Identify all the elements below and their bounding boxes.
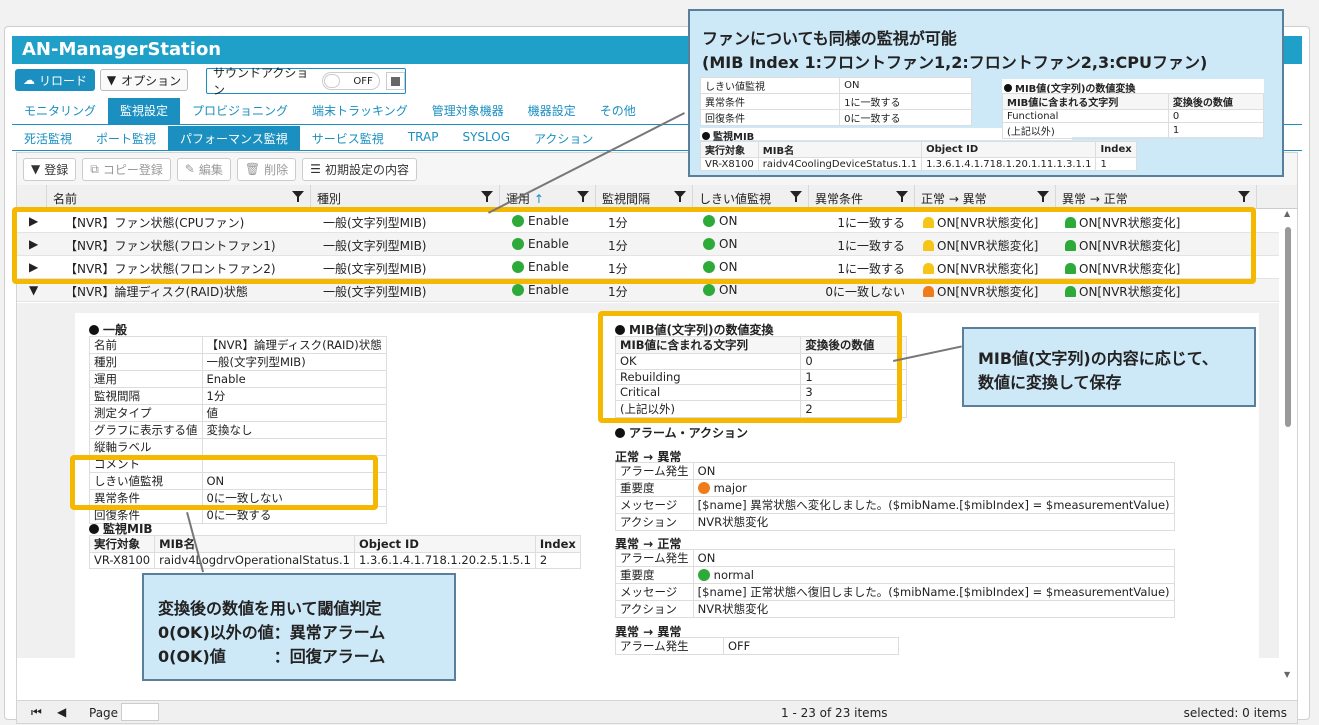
main-tabs: モニタリング 監視設定 プロビジョニング 端末トラッキング 管理対象機器 機器設… — [12, 98, 648, 124]
sound-action-group: サウンドアクション OFF — [206, 66, 406, 97]
callout-threshold-line2: 0(OK)以外の値：異常アラーム — [158, 623, 386, 642]
tab-monitor-settings[interactable]: 監視設定 — [108, 98, 181, 124]
reload-button[interactable]: ☁ リロード — [15, 69, 95, 91]
initial-settings-button[interactable]: ☰ 初期設定の内容 — [302, 157, 417, 181]
filter-icon[interactable] — [481, 191, 493, 202]
severity-dot-icon — [697, 482, 710, 494]
option-button[interactable]: ▼ オプション — [100, 69, 188, 91]
n2a-table: アラーム発生 ON 重要度 major メッセージ [$name] 異常状態へ変化しま… — [615, 462, 1175, 531]
callout-conversion-line1: MIB値(文字列)の内容に応じて、 — [978, 349, 1218, 368]
scroll-thumb[interactable] — [1285, 227, 1291, 427]
selected-count: selected: 0 items — [1183, 706, 1287, 720]
stop-icon — [390, 76, 400, 86]
sound-toggle[interactable]: OFF — [321, 72, 380, 90]
col-name[interactable]: 名前 — [47, 185, 311, 209]
pager-bar: ⏮ ◀ Page 1 - 23 of 23 items selected: 0 … — [16, 700, 1298, 724]
scroll-up-icon[interactable]: ▲ — [1284, 209, 1290, 218]
tab-action[interactable]: アクション — [522, 126, 605, 150]
tab-alive-monitor[interactable]: 死活監視 — [12, 126, 84, 150]
conversion-highlight — [598, 311, 902, 423]
callout-fan-mib-table: 実行対象 MIB名 Object ID Index VR-X8100 raidv4Coo… — [700, 141, 1137, 171]
bullet-icon — [1004, 84, 1012, 92]
col-to-abnormal[interactable]: 正常 → 異常 — [915, 185, 1056, 209]
col-interval[interactable]: 監視間隔 — [596, 185, 693, 209]
filter-icon[interactable] — [674, 191, 686, 202]
filter-icon[interactable] — [577, 191, 589, 202]
list-icon: ☰ — [310, 162, 321, 176]
tab-port-monitor[interactable]: ポート監視 — [84, 126, 168, 150]
toggle-knob — [323, 74, 340, 88]
stop-sound-button[interactable] — [385, 72, 405, 90]
tab-trap[interactable]: TRAP — [396, 126, 451, 150]
tab-monitoring[interactable]: モニタリング — [12, 98, 108, 124]
bullet-icon — [89, 325, 99, 335]
caret-down-icon: ▼ — [106, 73, 117, 87]
filter-icon[interactable] — [1037, 191, 1049, 202]
bullet-icon — [615, 428, 625, 438]
callout-conversion-line2: 数値に変換して保存 — [978, 373, 1122, 392]
severity-dot-icon — [697, 569, 710, 581]
cloud-refresh-icon: ☁ — [22, 73, 35, 87]
callout-threshold: 変換後の数値を用いて閾値判定 0(OK)以外の値：異常アラーム 0(OK)値 ：… — [142, 573, 456, 681]
edit-button[interactable]: ✎ 編集 — [176, 157, 231, 181]
page-label: Page — [89, 706, 119, 720]
tab-service-monitor[interactable]: サービス監視 — [300, 126, 396, 150]
bullet-icon — [89, 524, 99, 534]
callout-fan: ファンについても同様の監視が可能 (MIB Index 1:フロントファン1,2… — [688, 9, 1284, 177]
mib-table: 実行対象 MIB名 Object ID Index VR-X8100 raidv4Log… — [88, 535, 581, 569]
pencil-icon: ✎ — [184, 162, 195, 176]
register-button[interactable]: ▼ 登録 — [23, 157, 77, 181]
alarm-section-title: アラーム・アクション — [615, 424, 748, 441]
expand-col-header — [17, 185, 47, 209]
grid-scrollbar[interactable]: ▲ ▼ — [1281, 209, 1295, 679]
copy-icon: ⧉ — [90, 161, 99, 176]
callout-fan-kv: しきい値監視 ON 異常条件 1に一致する 回復条件 0に一致する — [699, 77, 972, 126]
trash-icon: 🗑 — [244, 162, 261, 176]
page-input[interactable] — [121, 703, 159, 721]
col-to-normal[interactable]: 異常 → 正常 — [1056, 185, 1257, 209]
callout-threshold-line3: 0(OK)値 ：回復アラーム — [158, 647, 386, 666]
fan-rows-highlight — [12, 207, 1256, 284]
filter-icon[interactable] — [896, 191, 908, 202]
bullet-icon — [702, 132, 710, 140]
callout-fan-title1: ファンについても同様の監視が可能 — [702, 29, 957, 48]
callout-fan-conv-box: MIB値(文字列)の数値変換 MIB値に含まれる文字列 変換後の数値 Functi… — [1002, 79, 1265, 139]
filter-icon[interactable] — [1238, 191, 1250, 202]
threshold-highlight — [70, 455, 378, 510]
scroll-down-icon[interactable]: ▼ — [1284, 670, 1290, 679]
a2n-table: アラーム発生 ON 重要度 normal メッセージ [$name] 正常状態へ復旧し… — [615, 549, 1175, 618]
col-status[interactable]: 運用 ↑ — [500, 185, 596, 209]
tab-device-settings[interactable]: 機器設定 — [516, 98, 588, 124]
tab-provisioning[interactable]: プロビジョニング — [180, 98, 300, 124]
copy-register-button[interactable]: ⧉ コピー登録 — [82, 157, 171, 181]
callout-conversion: MIB値(文字列)の内容に応じて、 数値に変換して保存 — [962, 327, 1256, 407]
status-dot-icon — [512, 284, 524, 296]
tab-terminal-tracking[interactable]: 端末トラッキング — [300, 98, 420, 124]
prev-page-icon[interactable]: ◀ — [57, 705, 66, 719]
callout-threshold-line1: 変換後の数値を用いて閾値判定 — [158, 599, 382, 618]
delete-button[interactable]: 🗑 削除 — [236, 157, 297, 181]
tab-managed-devices[interactable]: 管理対象機器 — [420, 98, 516, 124]
tab-other[interactable]: その他 — [588, 98, 648, 124]
col-threshold[interactable]: しきい値監視 — [693, 185, 809, 209]
item-count: 1 - 23 of 23 items — [781, 706, 888, 720]
bell-icon — [923, 286, 934, 297]
sub-tabs: 死活監視 ポート監視 パフォーマンス監視 サービス監視 TRAP SYSLOG … — [12, 126, 605, 152]
caret-down-icon: ▼ — [31, 162, 41, 176]
filter-icon[interactable] — [790, 191, 802, 202]
callout-fan-conv-table: MIB値に含まれる文字列 変換後の数値 Functional 0 (上記以外) 1 — [1002, 93, 1265, 139]
tab-performance-monitor[interactable]: パフォーマンス監視 — [168, 126, 300, 150]
a2a-table: アラーム発生 OFF — [615, 637, 899, 655]
filter-icon[interactable] — [292, 191, 304, 202]
tab-syslog[interactable]: SYSLOG — [450, 126, 522, 150]
sort-up-icon: ↑ — [533, 192, 544, 206]
first-page-icon[interactable]: ⏮ — [31, 705, 42, 720]
col-condition[interactable]: 異常条件 — [809, 185, 915, 209]
bell-icon — [1065, 286, 1076, 297]
col-type[interactable]: 種別 — [311, 185, 500, 209]
callout-fan-title2: (MIB Index 1:フロントファン1,2:フロントファン2,3:CPUファ… — [702, 53, 1208, 72]
status-dot-icon — [703, 284, 715, 296]
grid-header: 名前 種別 運用 ↑ 監視間隔 しきい値監視 異常条件 正常 → 異常 異常 →… — [17, 185, 1297, 209]
sound-action-label: サウンドアクション — [213, 66, 309, 97]
